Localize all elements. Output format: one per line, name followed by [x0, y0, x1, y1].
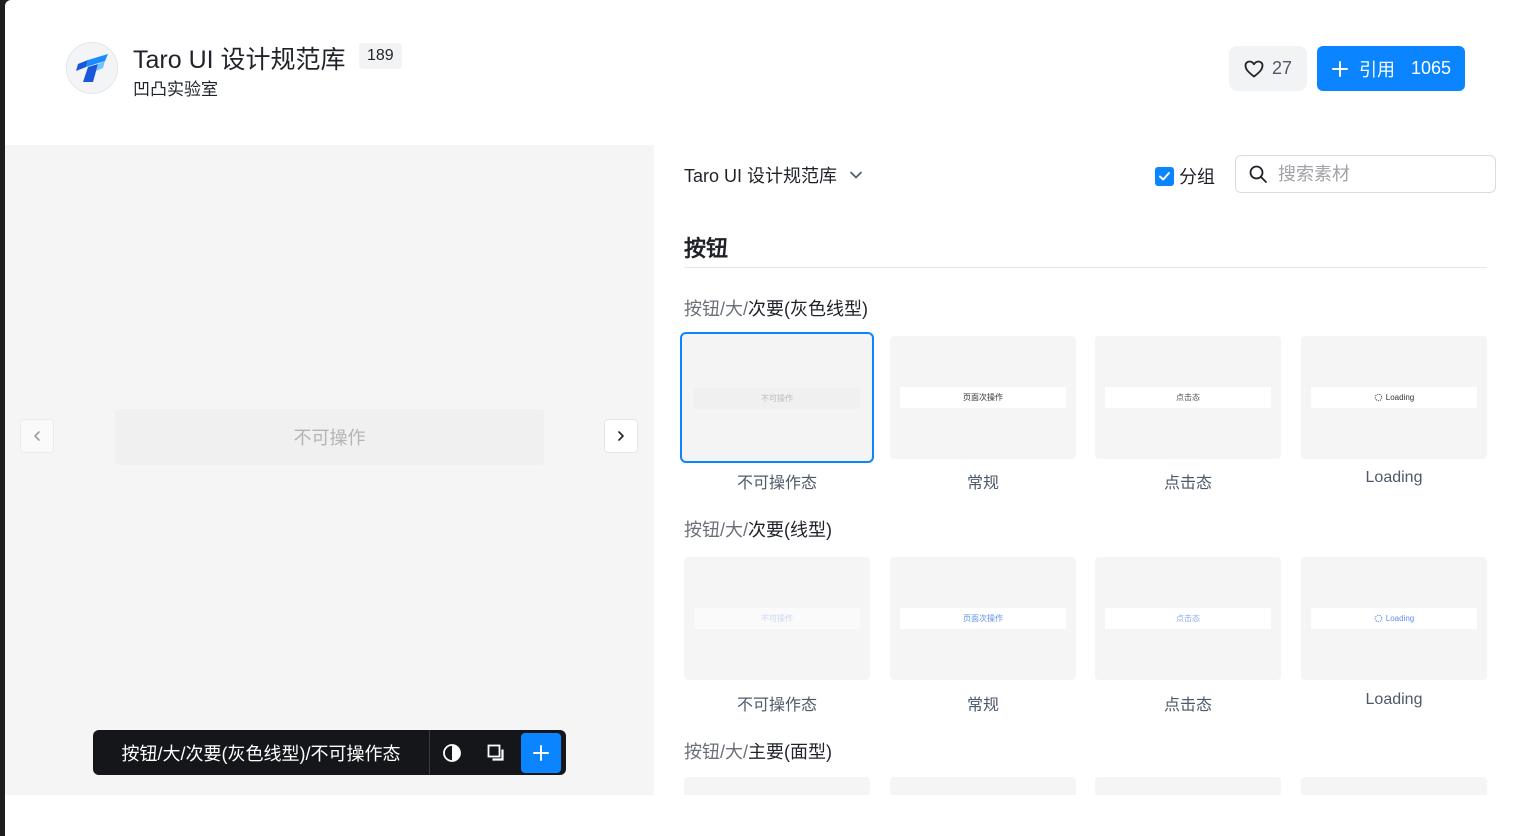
- preview-toolbar: 按钮/大/次要(灰色线型)/不可操作态: [93, 730, 566, 775]
- library-select[interactable]: Taro UI 设计规范库: [684, 162, 863, 188]
- asset-card[interactable]: [890, 777, 1076, 795]
- plus-icon: [533, 744, 549, 761]
- group-title-name: 次要(灰色线型): [748, 299, 869, 319]
- library-logo: [66, 42, 118, 94]
- search-icon: [1249, 165, 1267, 183]
- chevron-right-icon: [618, 431, 624, 441]
- reference-count: 1065: [1410, 58, 1452, 78]
- asset-card-label: 不可操作态: [736, 697, 817, 714]
- library-title: Taro UI 设计规范库: [133, 46, 346, 74]
- asset-card[interactable]: [684, 777, 870, 795]
- chevron-left-icon: [34, 431, 40, 441]
- asset-card-label: Loading: [1365, 691, 1423, 708]
- library-count-badge: 189: [359, 43, 402, 69]
- copy-icon: [487, 744, 504, 761]
- library-author[interactable]: 凹凸实验室: [133, 75, 218, 100]
- asset-thumbnail-button: 页面次操作: [900, 608, 1066, 629]
- asset-thumbnail-label: Loading: [1385, 393, 1415, 402]
- group-toggle[interactable]: 分组: [1155, 163, 1215, 189]
- group-title-prefix: 按钮/大/: [684, 299, 749, 319]
- check-icon: [1159, 171, 1170, 180]
- asset-path-label: 按钮/大/次要(灰色线型)/不可操作态: [93, 730, 430, 775]
- contrast-toggle-button[interactable]: [430, 730, 474, 775]
- previous-asset-button[interactable]: [20, 419, 54, 453]
- asset-card[interactable]: [1095, 777, 1281, 795]
- asset-card-label: 点击态: [1163, 697, 1212, 714]
- asset-card-label: 点击态: [1163, 475, 1212, 492]
- group-title-prefix: 按钮/大/: [684, 742, 749, 762]
- asset-card[interactable]: 点击态: [1095, 557, 1281, 680]
- asset-card[interactable]: 不可操作: [680, 332, 874, 463]
- heart-icon: [1244, 60, 1264, 77]
- asset-card[interactable]: 不可操作: [684, 557, 870, 680]
- search-input[interactable]: [1276, 162, 1480, 186]
- group-title-name: 次要(线型): [748, 520, 833, 540]
- like-button[interactable]: 27: [1229, 46, 1307, 91]
- plus-icon: [1331, 60, 1348, 77]
- asset-card-label: Loading: [1365, 469, 1423, 486]
- asset-card[interactable]: 页面次操作: [890, 336, 1076, 459]
- section-divider: [684, 267, 1487, 268]
- reference-label: 引用: [1358, 59, 1395, 80]
- asset-card-label: 常规: [966, 697, 999, 714]
- like-count: 27: [1271, 58, 1293, 78]
- asset-thumbnail-button: 点击态: [1105, 387, 1271, 408]
- spinner-icon: [1374, 393, 1383, 402]
- copy-button[interactable]: [474, 730, 518, 775]
- asset-thumbnail-button: Loading: [1311, 608, 1477, 629]
- asset-card[interactable]: Loading: [1301, 557, 1487, 680]
- asset-panel: Taro UI 设计规范库 分组 按钮 按钮/大/次要(灰色线型): [654, 145, 1524, 795]
- asset-thumbnail-button: Loading: [1311, 387, 1477, 408]
- library-select-label: Taro UI 设计规范库: [684, 166, 838, 186]
- asset-card-label: 不可操作态: [736, 475, 817, 492]
- group-toggle-label: 分组: [1179, 167, 1215, 187]
- asset-search[interactable]: [1235, 155, 1496, 193]
- app-frame: Taro UI 设计规范库 189 凹凸实验室 27 引用 1065 不可操作: [5, 0, 1524, 836]
- asset-card[interactable]: Loading: [1301, 336, 1487, 459]
- group-title-prefix: 按钮/大/: [684, 520, 749, 540]
- group-title: 按钮/大/次要(灰色线型): [684, 295, 868, 321]
- taro-logo-icon: [76, 54, 108, 82]
- add-to-file-button[interactable]: [521, 732, 561, 773]
- preview-button-sample: 不可操作: [115, 409, 544, 465]
- chevron-down-icon: [850, 171, 862, 179]
- group-checkbox[interactable]: [1155, 166, 1174, 186]
- reference-button[interactable]: 引用 1065: [1317, 46, 1465, 91]
- asset-card[interactable]: 点击态: [1095, 336, 1281, 459]
- asset-card[interactable]: [1301, 777, 1487, 795]
- asset-thumbnail-button: 不可操作: [694, 608, 860, 629]
- asset-preview: 不可操作 按钮/大/次要(灰色线型)/不可操作态: [5, 145, 654, 795]
- contrast-icon: [443, 743, 461, 762]
- asset-thumbnail-button: 点击态: [1105, 608, 1271, 629]
- next-asset-button[interactable]: [604, 419, 638, 453]
- group-title: 按钮/大/主要(面型): [684, 738, 832, 764]
- library-header: Taro UI 设计规范库 189 凹凸实验室 27 引用 1065: [5, 0, 1524, 140]
- asset-thumbnail-label: Loading: [1385, 614, 1415, 623]
- group-title-name: 主要(面型): [748, 742, 833, 762]
- group-title: 按钮/大/次要(线型): [684, 516, 832, 542]
- asset-card[interactable]: 页面次操作: [890, 557, 1076, 680]
- spinner-icon: [1374, 614, 1383, 623]
- section-title: 按钮: [684, 236, 729, 261]
- asset-thumbnail-button: 不可操作: [694, 388, 860, 409]
- asset-thumbnail-button: 页面次操作: [900, 387, 1066, 408]
- asset-card-label: 常规: [966, 475, 999, 492]
